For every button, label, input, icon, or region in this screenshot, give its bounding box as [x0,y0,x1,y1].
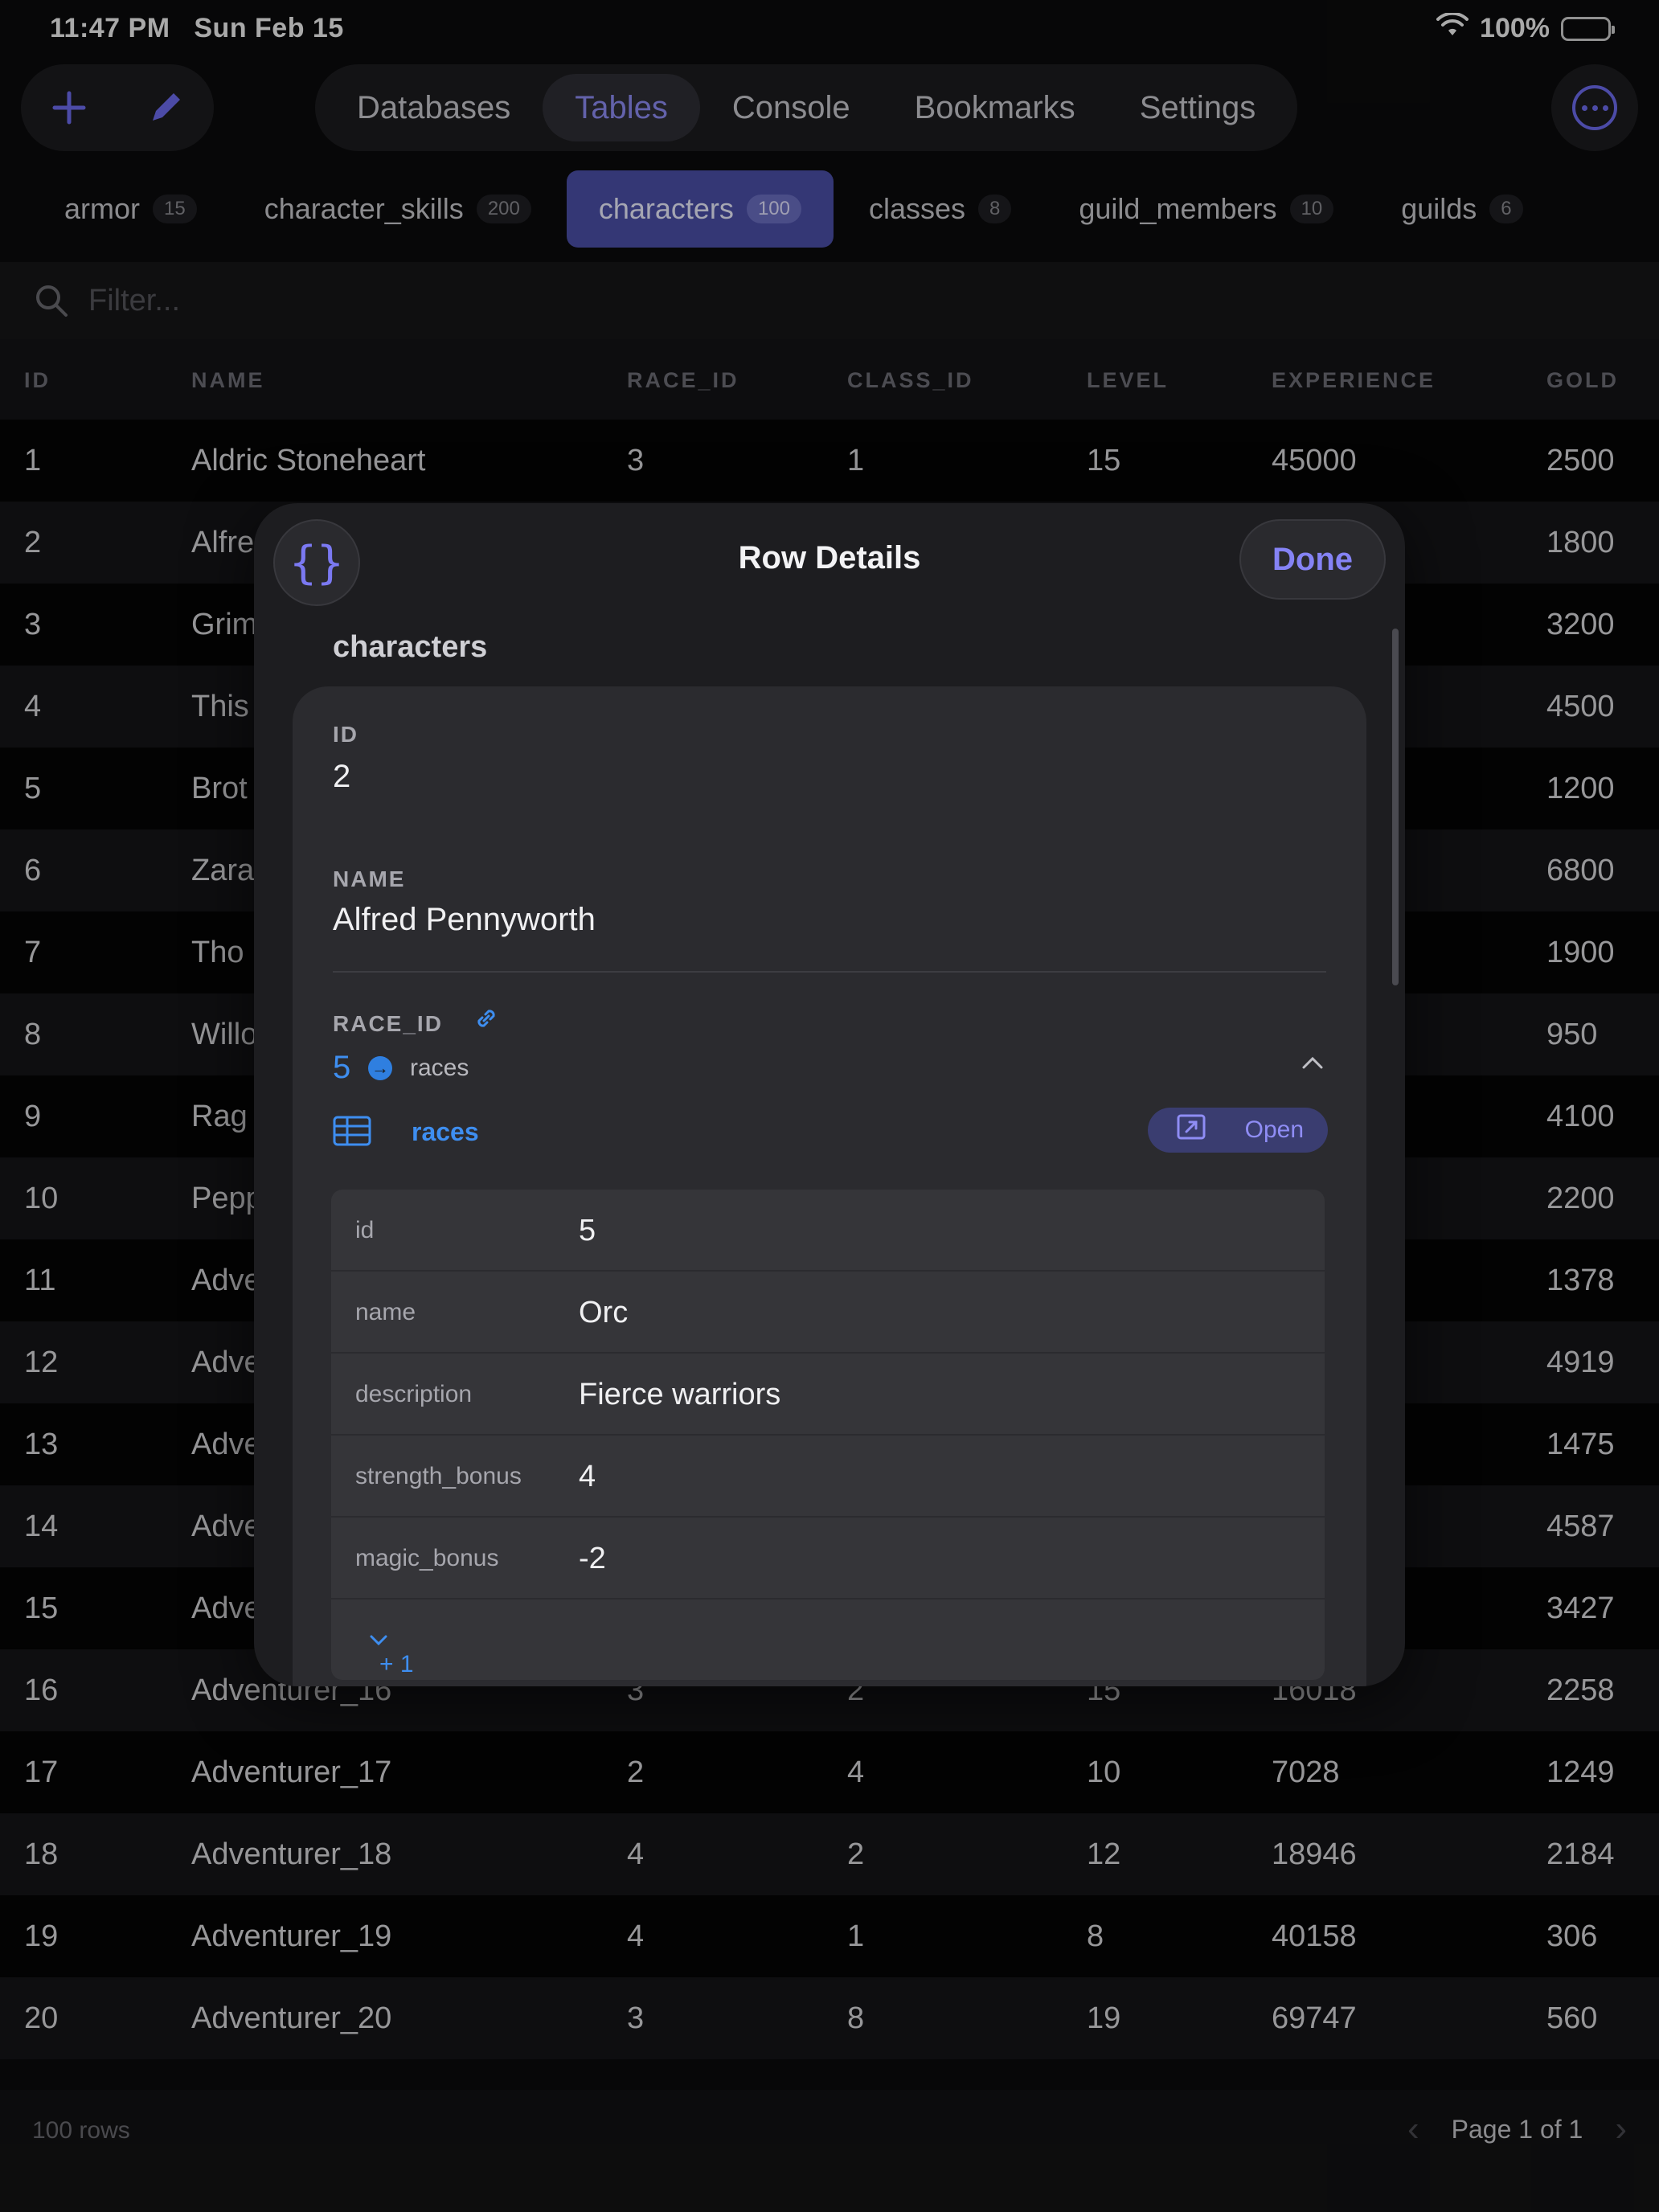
list-item: magic_bonus -2 [331,1518,1325,1600]
table-grid-icon [333,1116,371,1150]
chevron-down-icon [370,1635,387,1646]
field-label-race-id: RACE_ID [333,1011,443,1036]
open-reference-button[interactable]: Open [1148,1108,1328,1153]
source-table-label: characters [333,630,488,664]
fk-reference-table: races [410,1055,469,1081]
scrollbar[interactable] [1392,629,1399,985]
list-item: name Orc [331,1272,1325,1354]
chevron-up-icon[interactable] [1301,1050,1325,1077]
external-link-icon [1177,1114,1206,1146]
field-value-id[interactable]: 2 [333,759,350,795]
field-label-name: NAME [333,866,406,891]
reference-preview: id 5 name Orc description Fierce warriors s… [331,1190,1325,1680]
show-more-fields[interactable]: + 1 more fields [331,1600,1325,1680]
modal-title: Row Details [738,540,921,576]
fields-card: ID 2 NAME Alfred Pennyworth RACE_ID 5 → … [293,686,1366,1686]
divider [333,971,1326,973]
list-item: id 5 [331,1190,1325,1272]
row-details-sheet: {} Row Details Done characters ID 2 NAME… [254,503,1405,1686]
done-button[interactable]: Done [1239,519,1386,600]
referenced-table-name: races [412,1117,479,1146]
field-value-name[interactable]: Alfred Pennyworth [333,902,596,938]
field-value-race-id[interactable]: 5 [333,1050,350,1086]
link-icon [473,1005,500,1038]
field-label-id: ID [333,722,358,747]
list-item: description Fierce warriors [331,1354,1325,1436]
arrow-right-circle-icon[interactable]: → [368,1056,392,1080]
list-item: strength_bonus 4 [331,1436,1325,1518]
